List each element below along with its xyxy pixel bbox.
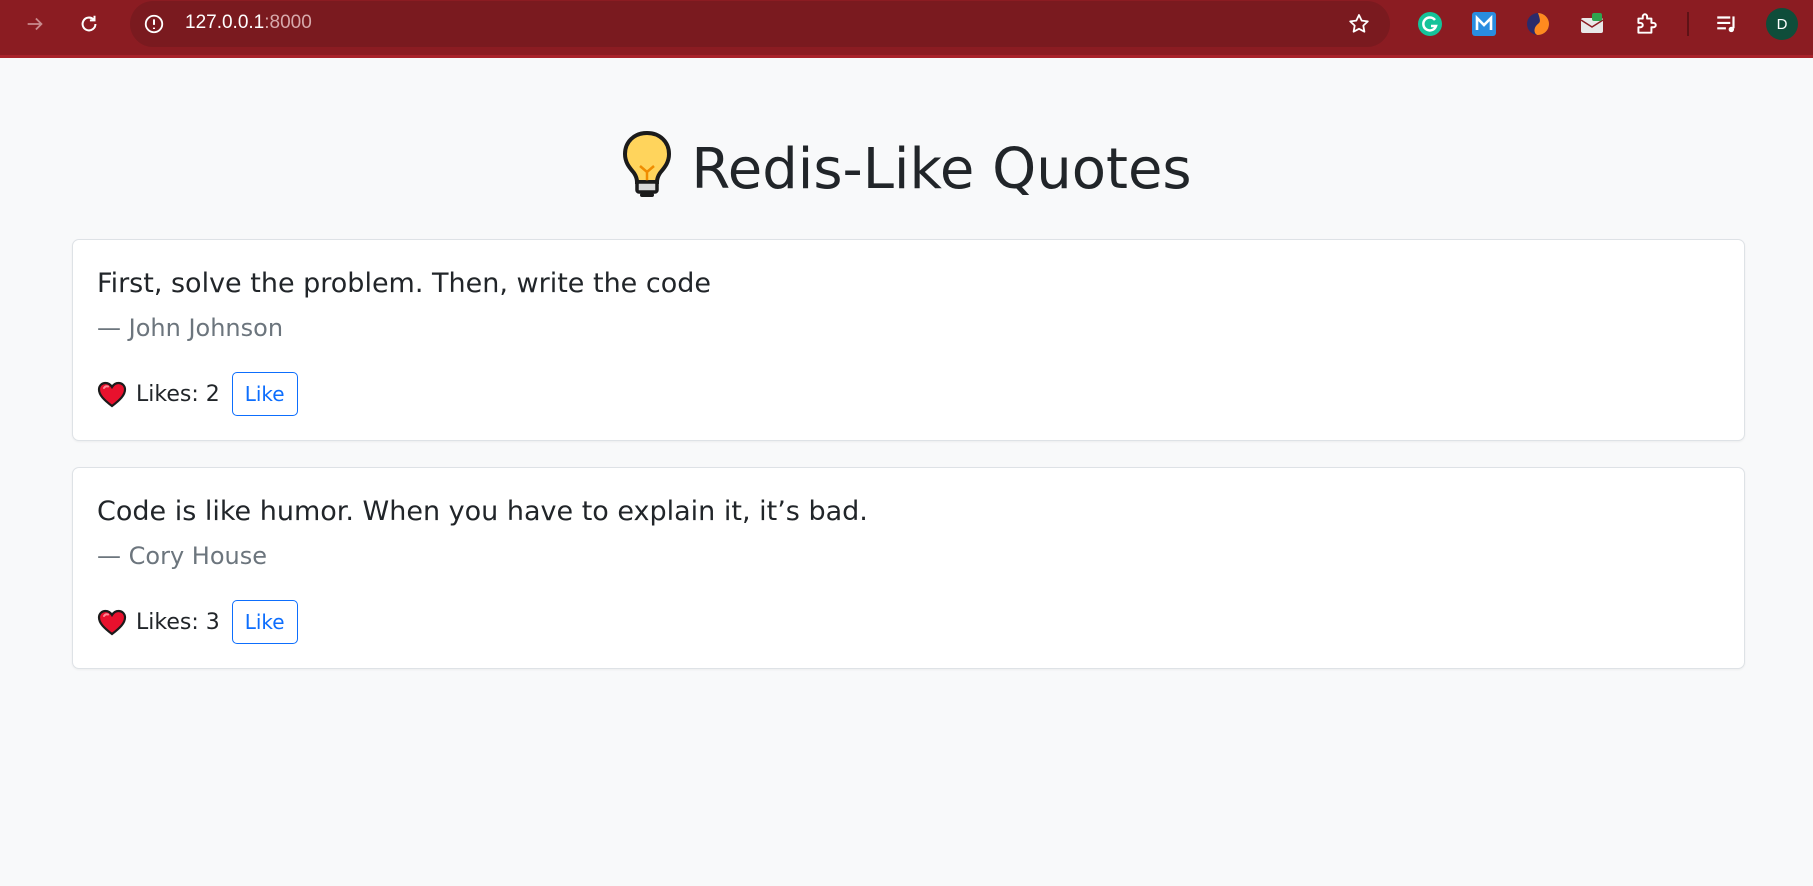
mail-extension-icon[interactable] xyxy=(1577,9,1607,39)
likes-row: Likes: 2 Like xyxy=(97,371,298,417)
quote-author: — John Johnson xyxy=(97,314,284,342)
quote-card: First, solve the problem. Then, write th… xyxy=(72,239,1745,441)
toolbar-separator xyxy=(1687,12,1689,36)
like-button[interactable]: Like xyxy=(231,372,298,416)
m-extension-icon[interactable] xyxy=(1469,9,1499,39)
media-controls-icon[interactable] xyxy=(1712,9,1742,39)
heart-icon xyxy=(97,609,127,636)
firefox-like-extension-icon[interactable] xyxy=(1523,9,1553,39)
likes-row: Likes: 3 Like xyxy=(97,599,298,645)
quote-card: Code is like humor. When you have to exp… xyxy=(72,467,1745,669)
page-title: Redis-Like Quotes xyxy=(0,128,1813,222)
browser-toolbar: 127.0.0.1:8000 D xyxy=(0,0,1813,58)
page-title-text: Redis-Like Quotes xyxy=(691,137,1192,202)
bookmark-star-icon[interactable] xyxy=(1346,11,1372,37)
reload-icon[interactable] xyxy=(72,7,106,41)
extensions-puzzle-icon[interactable] xyxy=(1631,9,1661,39)
url-host: 127.0.0.1 xyxy=(185,12,265,33)
quote-text: Code is like humor. When you have to exp… xyxy=(97,496,868,527)
profile-avatar[interactable]: D xyxy=(1766,8,1798,40)
grammarly-icon[interactable] xyxy=(1415,9,1445,39)
quote-author: — Cory House xyxy=(97,542,267,570)
address-bar[interactable]: 127.0.0.1:8000 xyxy=(130,1,1390,47)
likes-count: Likes: 3 xyxy=(136,609,220,635)
quote-text: First, solve the problem. Then, write th… xyxy=(97,268,711,299)
likes-count: Likes: 2 xyxy=(136,381,220,407)
forward-icon[interactable] xyxy=(18,7,52,41)
like-button[interactable]: Like xyxy=(231,600,298,644)
site-info-icon[interactable] xyxy=(142,12,166,36)
lightbulb-icon xyxy=(621,130,673,222)
url-port: :8000 xyxy=(264,12,312,33)
url-text[interactable]: 127.0.0.1:8000 xyxy=(185,12,312,34)
heart-icon xyxy=(97,381,127,408)
